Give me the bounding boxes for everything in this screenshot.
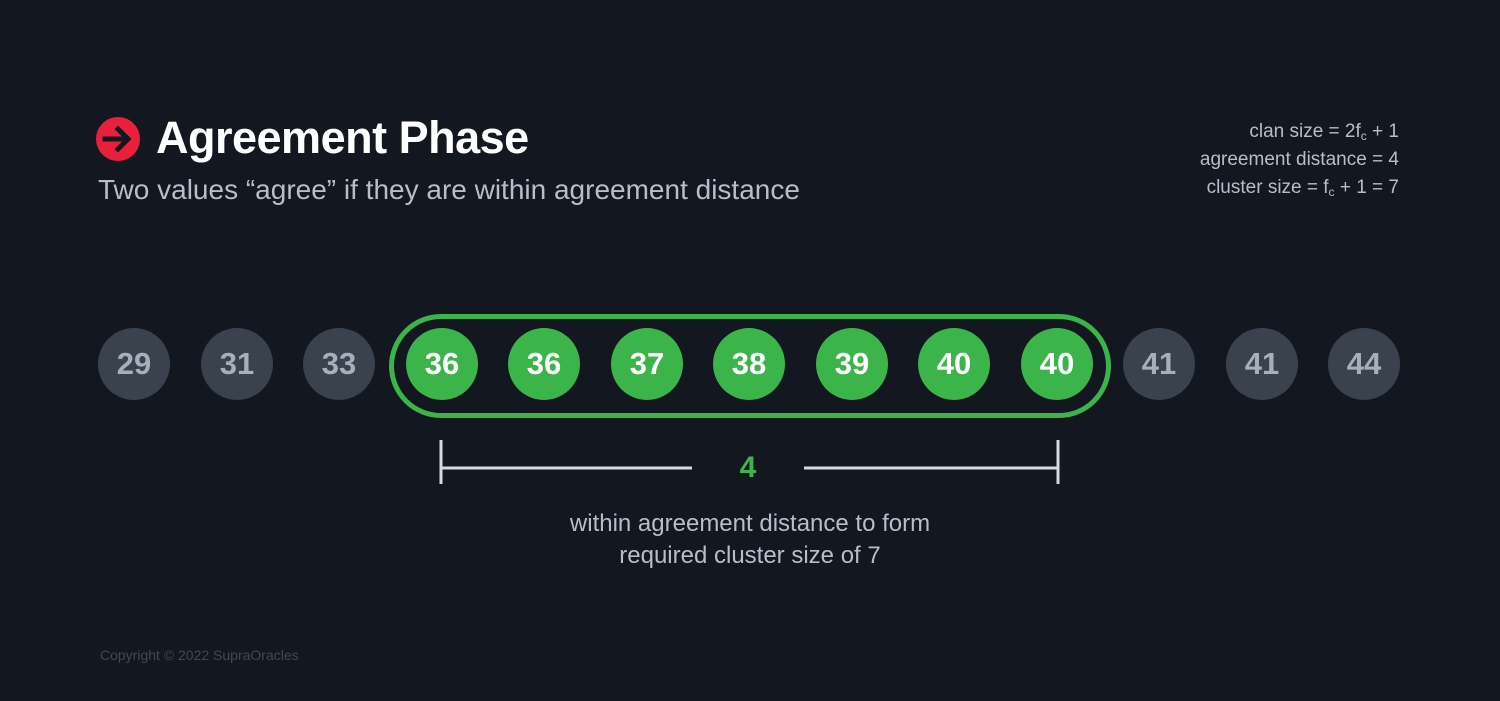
formula-panel: clan size = 2fc + 1 agreement distance =… (1200, 118, 1399, 202)
cluster-value-node: 40 (918, 328, 990, 400)
arrow-right-circle-icon (96, 117, 140, 161)
copyright-text: Copyright © 2022 SupraOracles (100, 647, 299, 663)
agreement-span-value: 4 (739, 451, 757, 484)
value-node: 29 (98, 328, 170, 400)
cluster-value-node: 36 (508, 328, 580, 400)
page-title: Agreement Phase (156, 112, 529, 163)
value-node: 44 (1328, 328, 1400, 400)
cluster-size-formula: cluster size = fc + 1 = 7 (1206, 177, 1399, 199)
value-node: 41 (1226, 328, 1298, 400)
value-node: 31 (201, 328, 273, 400)
cluster-value-node: 37 (611, 328, 683, 400)
cluster-value-node: 40 (1021, 328, 1093, 400)
value-node: 33 (303, 328, 375, 400)
cluster-value-node: 39 (816, 328, 888, 400)
clan-size-formula: clan size = 2fc + 1 (1249, 121, 1399, 143)
cluster-value-node: 38 (713, 328, 785, 400)
value-node: 41 (1123, 328, 1195, 400)
cluster-value-node: 36 (406, 328, 478, 400)
page-subtitle: Two values “agree” if they are within ag… (98, 174, 800, 205)
agreement-distance-formula: agreement distance = 4 (1199, 149, 1399, 170)
diagram-canvas: Agreement Phase Two values “agree” if th… (0, 0, 1500, 701)
span-caption: within agreement distance to form requir… (569, 510, 931, 569)
